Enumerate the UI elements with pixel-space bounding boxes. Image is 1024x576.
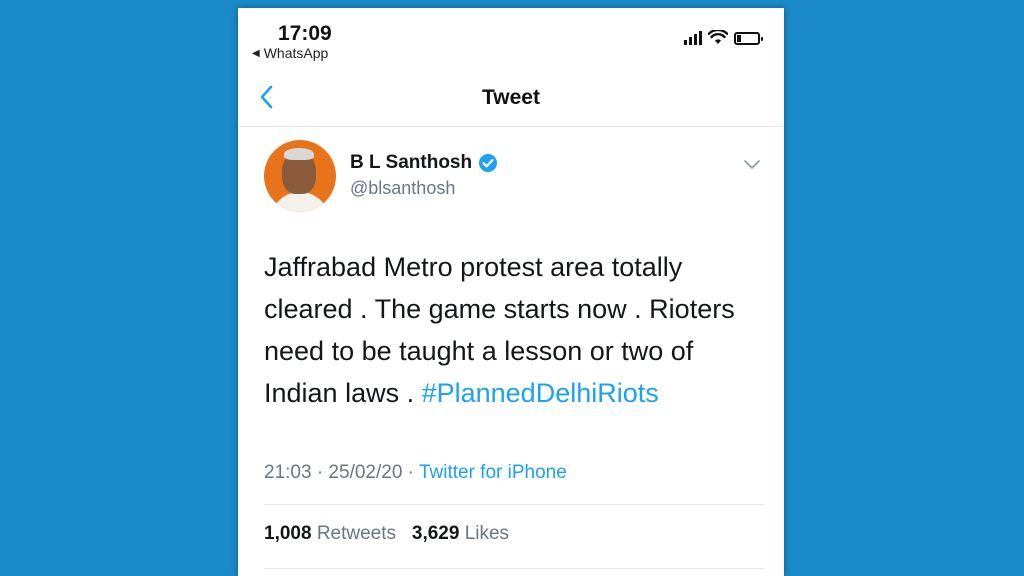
tweet-text: Jaffrabad Metro protest area totally cle… (264, 246, 764, 414)
author-name-label: B L Santhosh (350, 152, 473, 173)
likes-stat[interactable]: 3,629 Likes (412, 523, 509, 544)
navigation-bar: Tweet (238, 70, 784, 127)
tweet-source-link[interactable]: Twitter for iPhone (419, 462, 567, 483)
retweets-label: Retweets (316, 523, 397, 544)
tweet-stats: 1,008 Retweets 3,629 Likes (264, 523, 509, 545)
likes-label: Likes (464, 523, 510, 544)
page-title: Tweet (482, 86, 540, 109)
back-to-whatsapp-link[interactable]: ◀ WhatsApp (252, 45, 328, 61)
divider (264, 504, 764, 505)
back-app-label: WhatsApp (263, 45, 329, 61)
verified-badge-icon (479, 154, 498, 172)
chevron-down-icon[interactable] (744, 160, 760, 170)
tweet-meta: 21:03 · 25/02/20 · Twitter for iPhone (264, 462, 567, 484)
battery-icon (734, 32, 763, 45)
hashtag-link[interactable]: #PlannedDelhiRiots (422, 378, 659, 408)
avatar[interactable] (264, 140, 336, 212)
phone-screen: 17:09 ◀ WhatsApp Tweet B L Santhosh @bls (238, 8, 784, 576)
retweets-stat[interactable]: 1,008 Retweets (264, 523, 396, 544)
cellular-signal-icon (684, 31, 702, 45)
retweets-count: 1,008 (264, 523, 312, 544)
status-icons (684, 30, 763, 45)
author-name[interactable]: B L Santhosh (350, 152, 498, 174)
wifi-icon (708, 30, 728, 44)
left-triangle-icon: ◀ (252, 47, 260, 59)
status-time: 17:09 (278, 22, 332, 45)
divider (264, 568, 764, 569)
likes-count: 3,629 (411, 523, 460, 544)
tweet-timestamp: 21:03 · 25/02/20 · (264, 462, 419, 483)
author-handle[interactable]: @blsanthosh (350, 178, 455, 199)
